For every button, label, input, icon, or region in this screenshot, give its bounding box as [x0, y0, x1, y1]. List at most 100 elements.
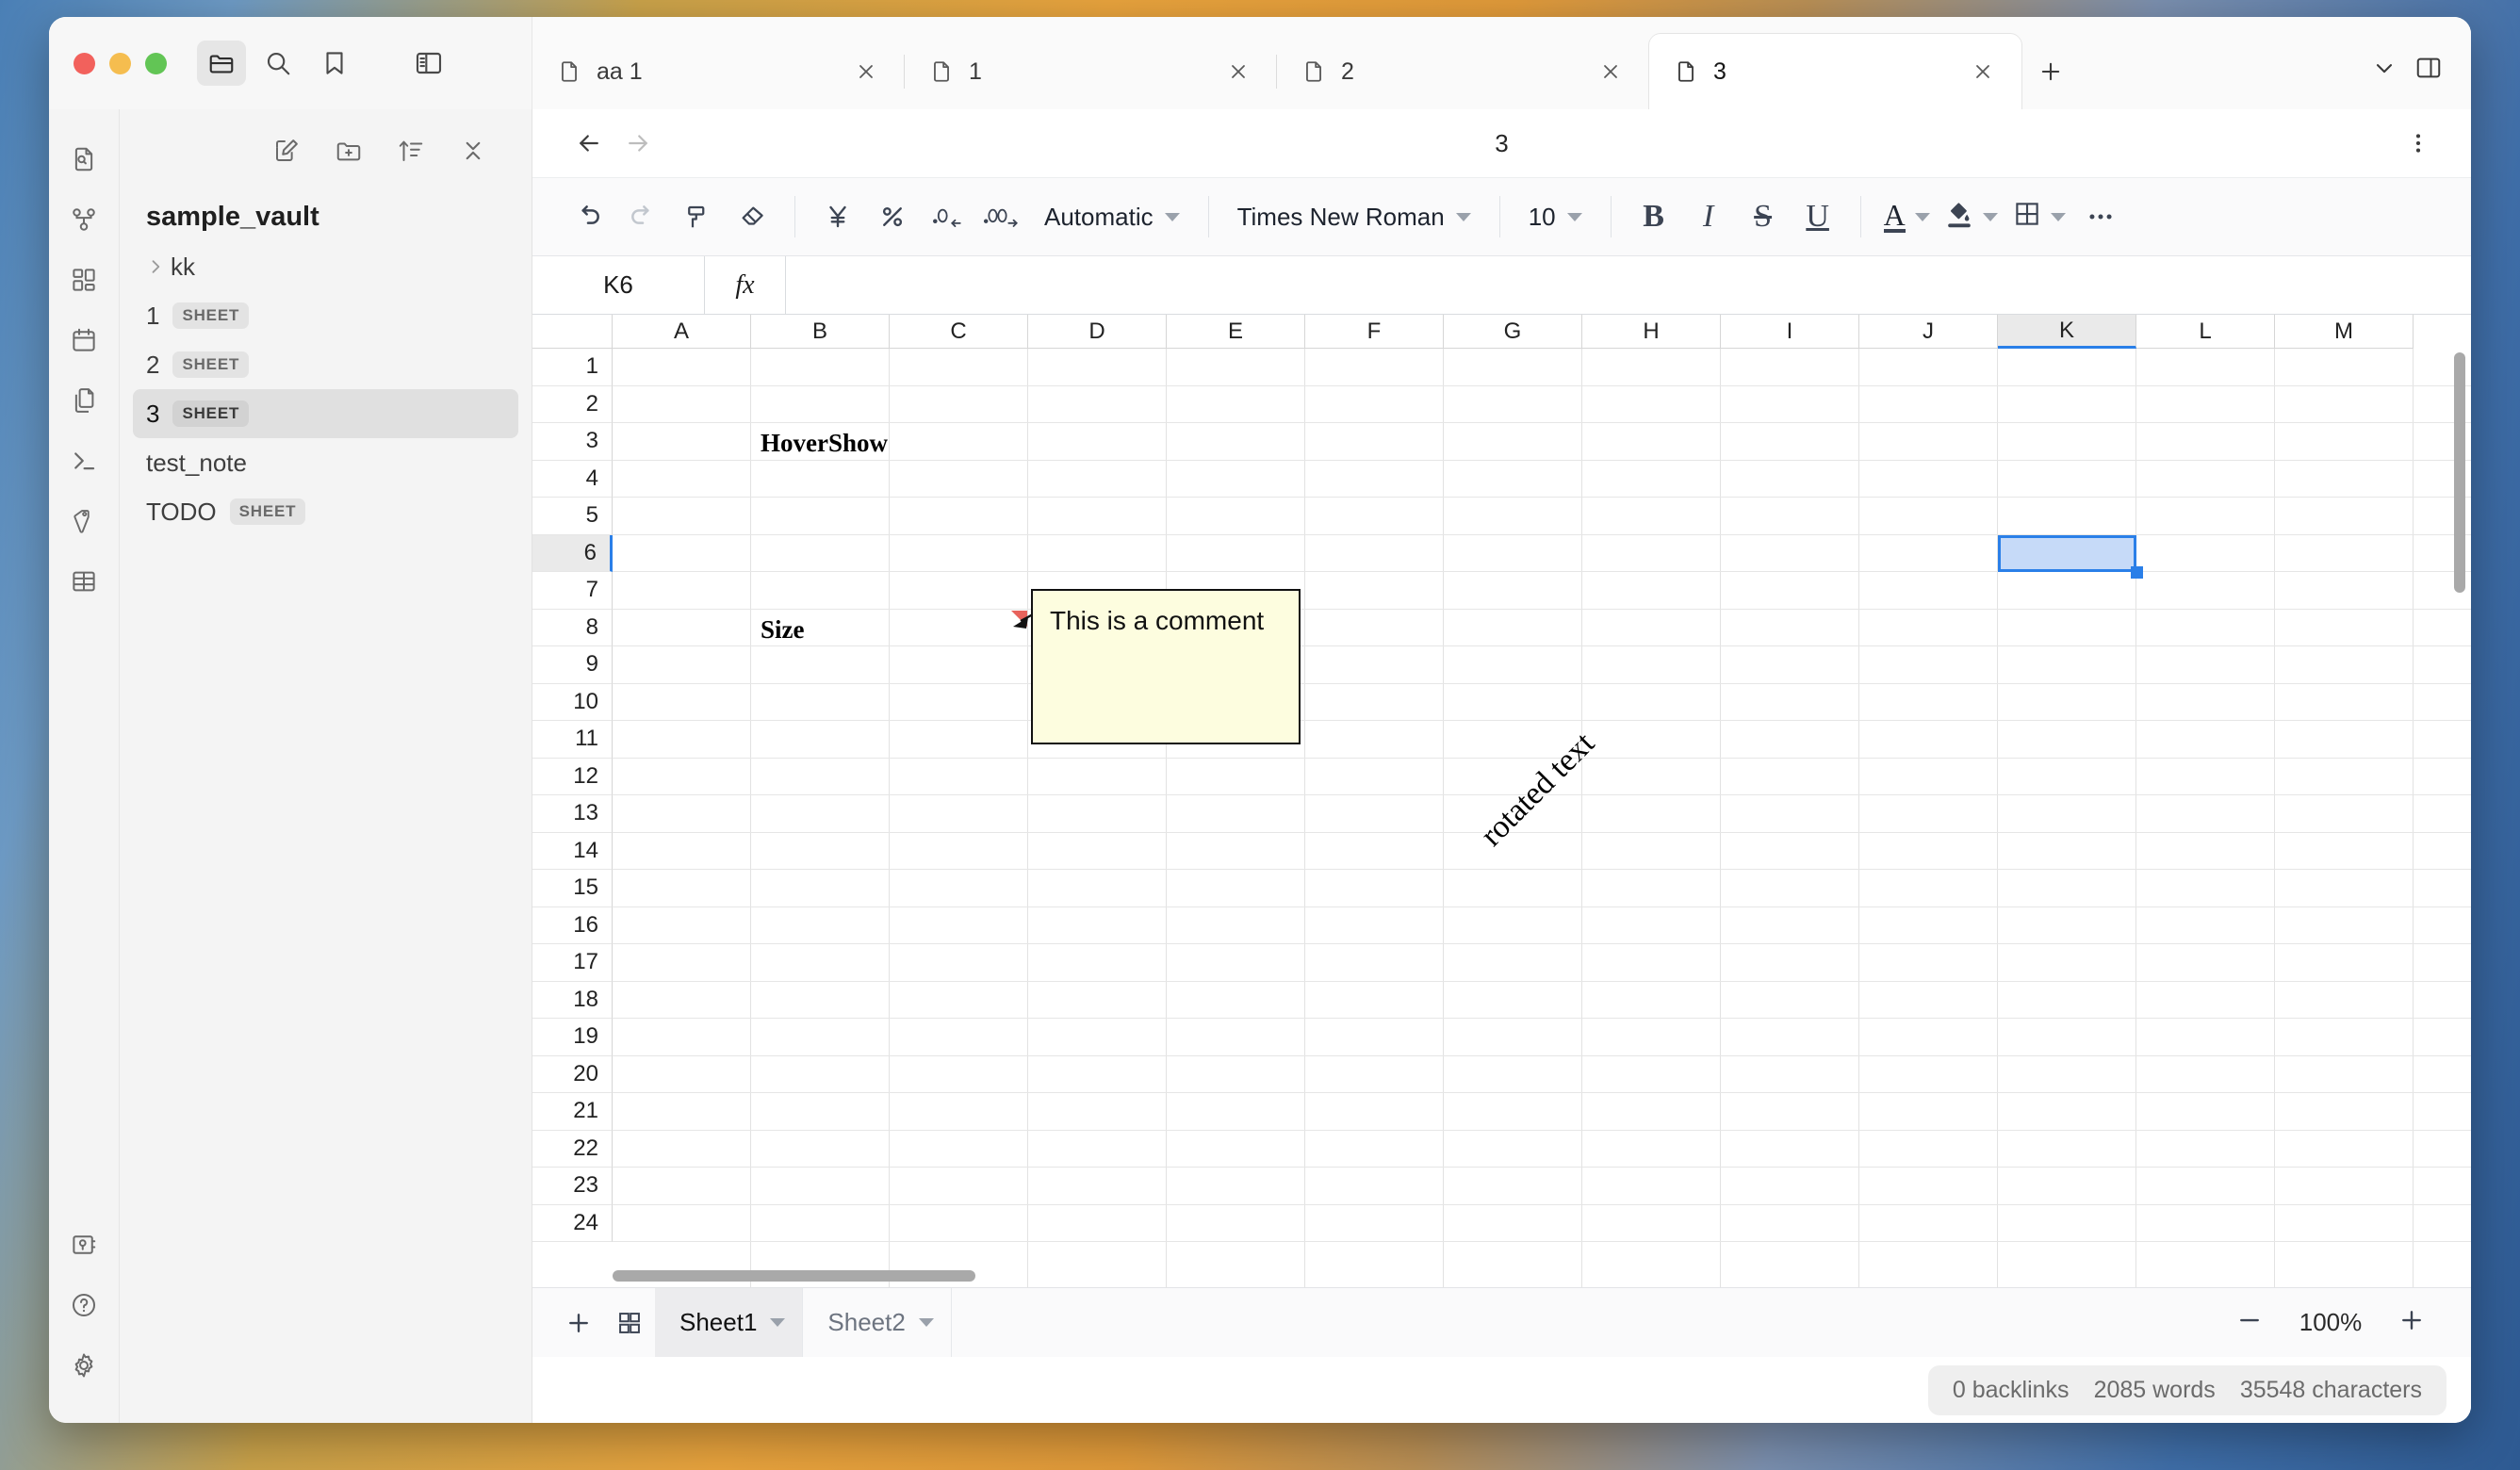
percent-format-icon[interactable] [865, 189, 920, 244]
maximize-window-button[interactable] [145, 53, 167, 74]
row-header-21[interactable]: 21 [532, 1093, 613, 1131]
column-header-g[interactable]: G [1444, 315, 1582, 349]
minimize-window-button[interactable] [109, 53, 131, 74]
strikethrough-button[interactable]: S [1736, 189, 1791, 244]
column-header-j[interactable]: J [1859, 315, 1998, 349]
sidebar-toggle-icon[interactable] [404, 41, 453, 86]
row-header-15[interactable]: 15 [532, 870, 613, 907]
more-options-icon[interactable] [2397, 122, 2439, 164]
sheet-tab-sheet1[interactable]: Sheet1 [655, 1288, 803, 1358]
explorer-file-3[interactable]: 3 SHEET [133, 389, 518, 438]
sheet-tab-sheet2[interactable]: Sheet2 [803, 1288, 951, 1358]
name-box[interactable]: K6 [532, 256, 705, 314]
borders-dropdown[interactable] [2005, 189, 2073, 244]
close-tab-button[interactable] [1220, 54, 1256, 90]
new-folder-icon[interactable] [328, 130, 369, 172]
bold-button[interactable]: B [1627, 189, 1681, 244]
format-painter-icon[interactable] [670, 189, 725, 244]
row-header-5[interactable]: 5 [532, 498, 613, 535]
search-icon[interactable] [254, 41, 303, 86]
close-window-button[interactable] [74, 53, 95, 74]
explorer-file-2[interactable]: 2 SHEET [133, 340, 518, 389]
all-sheets-button[interactable] [604, 1298, 655, 1348]
row-header-9[interactable]: 9 [532, 646, 613, 684]
horizontal-scrollbar[interactable] [613, 1270, 2458, 1282]
column-header-h[interactable]: H [1582, 315, 1721, 349]
font-family-dropdown[interactable]: Times New Roman [1224, 189, 1484, 244]
cell-b8[interactable]: Size [761, 615, 888, 645]
column-header-b[interactable]: B [751, 315, 890, 349]
text-color-dropdown[interactable]: A [1876, 189, 1938, 244]
undo-icon[interactable] [561, 189, 615, 244]
explorer-folder-kk[interactable]: kk [133, 242, 518, 291]
decrease-decimal-icon[interactable] [920, 189, 974, 244]
tab-aa-1[interactable]: aa 1 [532, 34, 905, 109]
formula-input[interactable] [786, 256, 2471, 314]
fill-color-dropdown[interactable] [1938, 189, 2005, 244]
row-header-12[interactable]: 12 [532, 759, 613, 796]
italic-button[interactable]: I [1681, 189, 1736, 244]
row-header-24[interactable]: 24 [532, 1205, 613, 1243]
row-header-18[interactable]: 18 [532, 982, 613, 1020]
rotated-cell-text[interactable]: rotated text [1474, 726, 1602, 854]
settings-icon[interactable] [55, 1336, 113, 1395]
row-header-2[interactable]: 2 [532, 386, 613, 424]
increase-decimal-icon[interactable] [974, 189, 1031, 244]
column-header-f[interactable]: F [1305, 315, 1444, 349]
row-header-1[interactable]: 1 [532, 349, 613, 386]
close-tab-button[interactable] [848, 54, 884, 90]
cell-comment-box[interactable]: This is a comment [1031, 589, 1301, 744]
selected-cell-k6[interactable] [1998, 535, 2136, 573]
table-icon[interactable] [55, 552, 113, 611]
insert-function-button[interactable]: fx [705, 256, 786, 314]
select-all-corner[interactable] [532, 315, 613, 349]
column-header-m[interactable]: M [2275, 315, 2414, 349]
column-header-c[interactable]: C [890, 315, 1028, 349]
column-header-i[interactable]: I [1721, 315, 1859, 349]
chevron-down-icon[interactable] [919, 1318, 934, 1327]
zoom-in-button[interactable] [2397, 1306, 2426, 1339]
row-header-14[interactable]: 14 [532, 833, 613, 871]
row-header-11[interactable]: 11 [532, 721, 613, 759]
chevron-down-icon[interactable] [770, 1318, 785, 1327]
vertical-scrollbar[interactable] [2454, 352, 2465, 1250]
bookmark-icon[interactable] [310, 41, 359, 86]
font-size-dropdown[interactable]: 10 [1515, 189, 1595, 244]
calendar-icon[interactable] [55, 311, 113, 369]
row-header-8[interactable]: 8 [532, 610, 613, 647]
comment-marker-icon[interactable] [1011, 611, 1027, 627]
row-header-13[interactable]: 13 [532, 795, 613, 833]
column-header-d[interactable]: D [1028, 315, 1167, 349]
copy-files-icon[interactable] [55, 371, 113, 430]
column-header-e[interactable]: E [1167, 315, 1305, 349]
row-header-4[interactable]: 4 [532, 461, 613, 498]
add-sheet-button[interactable] [553, 1298, 604, 1348]
tab-3[interactable]: 3 [1649, 34, 2021, 109]
row-header-20[interactable]: 20 [532, 1056, 613, 1094]
vault-switcher-icon[interactable] [55, 1216, 113, 1274]
explorer-file-test-note[interactable]: test_note [133, 438, 518, 487]
currency-format-icon[interactable] [810, 189, 865, 244]
help-icon[interactable] [55, 1276, 113, 1334]
column-header-l[interactable]: L [2136, 315, 2275, 349]
clear-formatting-icon[interactable] [725, 189, 779, 244]
row-header-3[interactable]: 3 [532, 423, 613, 461]
file-search-icon[interactable] [55, 130, 113, 188]
graph-view-icon[interactable] [55, 190, 113, 249]
horizontal-scrollbar-thumb[interactable] [613, 1270, 975, 1282]
tab-2[interactable]: 2 [1277, 34, 1649, 109]
column-header-a[interactable]: A [613, 315, 751, 349]
close-tab-button[interactable] [1593, 54, 1628, 90]
number-format-dropdown[interactable]: Automatic [1031, 189, 1193, 244]
terminal-icon[interactable] [55, 432, 113, 490]
tags-icon[interactable] [55, 492, 113, 550]
new-note-icon[interactable] [266, 130, 307, 172]
sort-icon[interactable] [390, 130, 432, 172]
row-header-10[interactable]: 10 [532, 684, 613, 722]
cell-area[interactable]: HoverShownSizerotated textThis is a comm… [613, 349, 2471, 1287]
right-sidebar-toggle-icon[interactable] [2414, 54, 2443, 87]
tab-1[interactable]: 1 [905, 34, 1277, 109]
canvas-icon[interactable] [55, 251, 113, 309]
chevron-down-icon[interactable] [2371, 55, 2397, 86]
row-header-23[interactable]: 23 [532, 1168, 613, 1205]
